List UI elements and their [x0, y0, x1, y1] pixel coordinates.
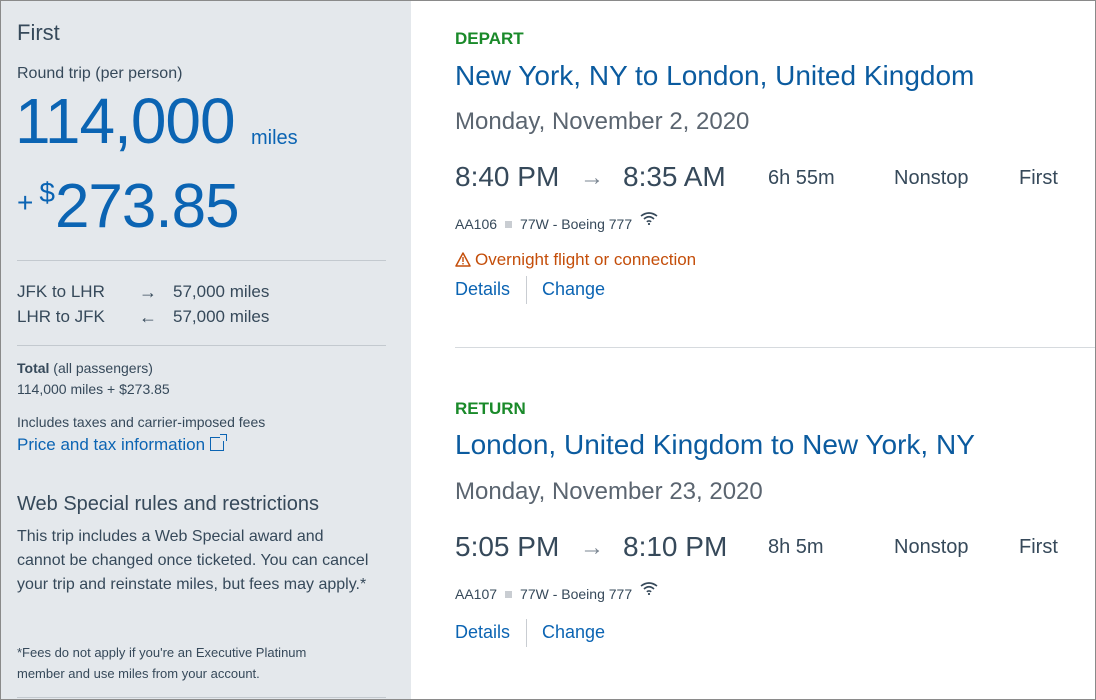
leg-miles: 57,000 miles — [173, 307, 270, 326]
depart-time: 5:05 PM — [455, 531, 560, 562]
arrow-right-icon: → — [580, 164, 604, 191]
plus-sign: + — [17, 187, 34, 218]
wifi-icon — [640, 211, 658, 228]
stops-label: Nonstop — [894, 536, 969, 558]
leg-route: JFK to LHR — [17, 282, 105, 301]
link-separator — [526, 276, 527, 304]
wifi-icon — [640, 581, 658, 598]
aircraft-type: 77W - Boeing 777 — [520, 586, 633, 602]
divider — [17, 345, 386, 346]
currency-symbol: $ — [39, 177, 55, 208]
total-heading: Total — [17, 360, 50, 376]
fees-note: Includes taxes and carrier-imposed fees — [17, 414, 266, 430]
flight-number: AA107 — [455, 586, 498, 602]
flight-date: Monday, November 23, 2020 — [455, 478, 763, 505]
separator — [505, 591, 513, 598]
trip-summary-page: First Round trip (per person) 114,000 mi… — [0, 0, 1096, 700]
arrow-right-icon: → — [139, 282, 157, 302]
leg-row-return: LHR to JFK ← 57,000 miles — [17, 307, 387, 329]
separator — [505, 221, 513, 228]
flight-number: AA106 — [455, 216, 498, 232]
leg-miles: 57,000 miles — [173, 282, 270, 301]
direction-label: RETURN — [455, 399, 526, 418]
aircraft-type: 77W - Boeing 777 — [520, 216, 633, 232]
details-link[interactable]: Details — [455, 622, 510, 643]
flight-duration: 6h 55m — [768, 167, 835, 189]
price-tax-info-link[interactable]: Price and tax information — [17, 434, 228, 455]
arrow-right-icon: → — [580, 534, 604, 561]
rules-title: Web Special rules and restrictions — [17, 493, 319, 515]
arrive-time: 8:10 PM — [623, 531, 728, 562]
divider — [17, 260, 386, 261]
cabin-class: First — [1019, 536, 1058, 558]
change-link[interactable]: Change — [542, 622, 605, 643]
depart-time: 8:40 PM — [455, 161, 560, 192]
cabin-title: First — [17, 20, 60, 45]
details-link[interactable]: Details — [455, 279, 510, 300]
change-link[interactable]: Change — [542, 279, 605, 300]
trip-type-label: Round trip (per person) — [17, 65, 183, 82]
arrow-left-icon: ← — [139, 307, 157, 327]
link-separator — [526, 619, 527, 647]
section-divider — [455, 347, 1095, 348]
tax-amount: 273.85 — [54, 172, 240, 241]
warning-text: Overnight flight or connection — [475, 250, 697, 269]
rules-body: This trip includes a Web Special award a… — [17, 528, 369, 593]
price-summary-panel: First Round trip (per person) 114,000 mi… — [1, 1, 411, 699]
miles-unit: miles — [251, 127, 298, 149]
flight-info-line: AA107 77W - Boeing 777 — [455, 582, 658, 602]
leg-route: LHR to JFK — [17, 307, 105, 326]
arrive-time: 8:35 AM — [623, 161, 726, 192]
miles-total: 114,000 — [15, 85, 236, 157]
leg-row-outbound: JFK to LHR → 57,000 miles — [17, 282, 387, 304]
price-tax-info-label[interactable]: Price and tax information — [17, 435, 205, 454]
route-title: London, United Kingdom to New York, NY — [455, 429, 975, 460]
stops-label: Nonstop — [894, 167, 969, 189]
warning-icon — [455, 252, 471, 272]
external-link-icon — [210, 434, 228, 451]
divider — [17, 697, 386, 698]
flight-info-line: AA106 77W - Boeing 777 — [455, 212, 658, 232]
total-value: 114,000 miles + $273.85 — [17, 381, 170, 397]
total-label: Total (all passengers) — [17, 360, 153, 376]
fees-footnote: *Fees do not apply if you're an Executiv… — [17, 645, 307, 681]
overnight-warning: Overnight flight or connection — [455, 250, 696, 270]
direction-label: DEPART — [455, 29, 524, 48]
flight-duration: 8h 5m — [768, 536, 824, 558]
tax-amount-line: + $273.85 — [17, 171, 240, 242]
route-title: New York, NY to London, United Kingdom — [455, 60, 975, 91]
total-suffix: (all passengers) — [53, 360, 153, 376]
flight-date: Monday, November 2, 2020 — [455, 108, 750, 135]
cabin-class: First — [1019, 167, 1058, 189]
